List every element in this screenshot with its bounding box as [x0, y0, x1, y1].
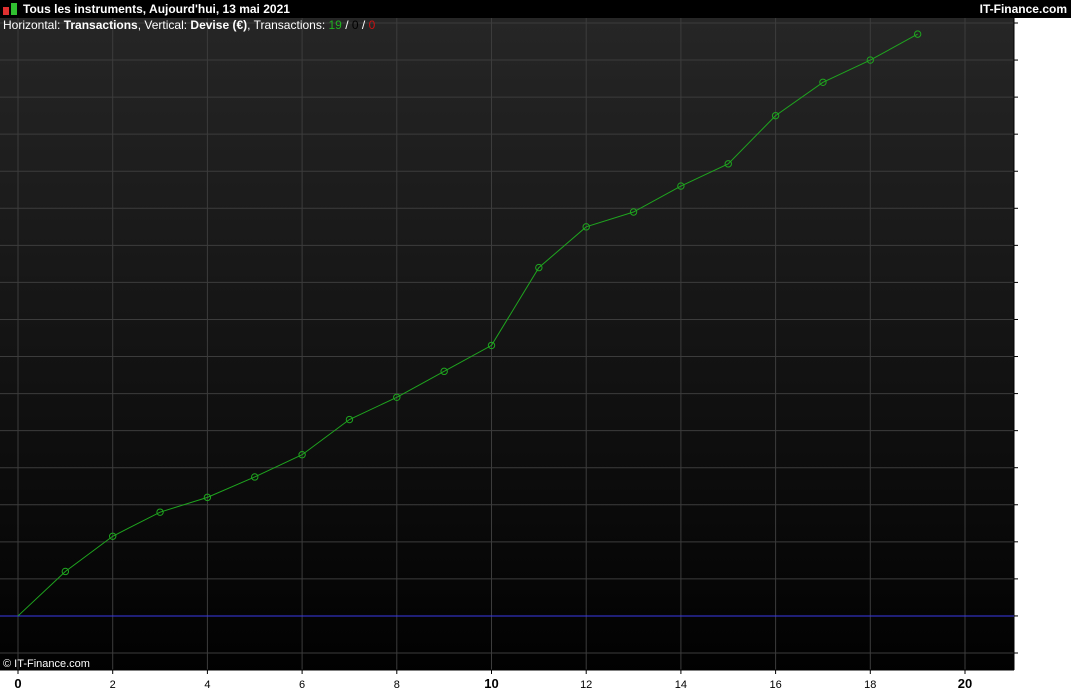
count-separator: /	[358, 18, 369, 32]
x-tick-label: 4	[204, 679, 210, 691]
x-tick-label: 6	[299, 679, 305, 691]
horizontal-value: Transactions	[63, 18, 138, 32]
vertical-label: , Vertical:	[137, 18, 191, 32]
brand-label: IT-Finance.com	[979, 2, 1067, 16]
winning-count: 19	[328, 18, 342, 32]
losing-count: 0	[368, 18, 376, 32]
x-tick-label: 14	[675, 679, 687, 691]
window-title: Tous les instruments, Aujourd'hui, 13 ma…	[23, 2, 290, 16]
chart-info-bar: Horizontal: Transactions, Vertical: Devi…	[3, 18, 375, 33]
x-tick-label: 0	[14, 676, 21, 691]
count-separator: /	[341, 18, 352, 32]
x-axis-strip	[0, 670, 1014, 691]
horizontal-label: Horizontal:	[3, 18, 64, 32]
x-axis: 0 2 4 6 8 10 12 14 16 18 20	[0, 669, 1014, 691]
window-titlebar: Tous les instruments, Aujourd'hui, 13 ma…	[0, 0, 1071, 18]
flat-count: 0	[351, 18, 359, 32]
copyright-label: © IT-Finance.com	[3, 658, 90, 670]
x-tick-label: 18	[864, 679, 876, 691]
app-chart-icon	[3, 3, 17, 15]
x-tick-label: 20	[958, 676, 972, 691]
right-axis	[1013, 18, 1018, 670]
plot-background	[0, 18, 1014, 691]
x-tick-label: 8	[394, 679, 400, 691]
transactions-label: , Transactions:	[247, 18, 329, 32]
x-tick-label: 10	[484, 676, 498, 691]
x-tick-label: 2	[110, 679, 116, 691]
x-tick-label: 12	[580, 679, 592, 691]
equity-chart: 0 2 4 6 8 10 12 14 16 18 20	[0, 18, 1018, 691]
x-tick-label: 16	[769, 679, 781, 691]
vertical-value: Devise (€)	[190, 18, 248, 32]
